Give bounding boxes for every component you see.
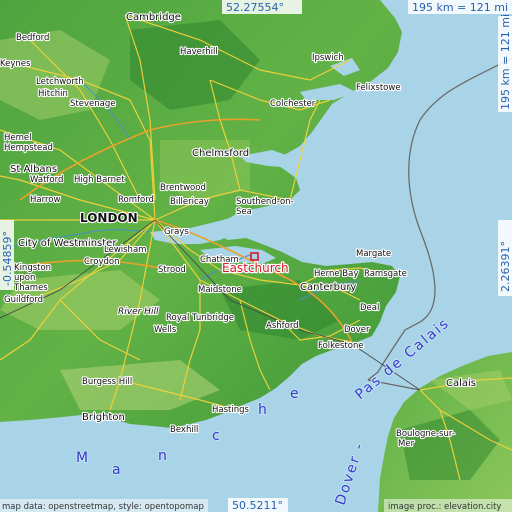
- place-hastings: Hastings: [212, 405, 250, 415]
- place-harrow: Harrow: [30, 195, 60, 205]
- place-deal: Deal: [360, 303, 379, 313]
- place-bexhill: Bexhill: [170, 425, 198, 435]
- place-calais: Calais: [446, 378, 476, 389]
- place-cambridge: Cambridge: [126, 12, 181, 23]
- place-margate: Margate: [356, 249, 391, 259]
- place-ipswich: Ipswich: [312, 53, 344, 63]
- place-wells: Wells: [154, 325, 177, 335]
- place-dover: Dover: [344, 325, 370, 335]
- place-maidstone: Maidstone: [198, 285, 242, 295]
- place-highbarnet: High Barnet: [74, 175, 125, 185]
- place-chelmsford: Chelmsford: [192, 148, 249, 159]
- place-croydon: Croydon: [84, 257, 119, 267]
- place-romford: Romford: [118, 195, 154, 205]
- place-letchworth: Letchworth: [36, 77, 84, 87]
- topographic-map[interactable]: 52.27554° 50.5211° -0.54859° 2.26391° 19…: [0, 0, 512, 512]
- place-royaltunbridge: Royal Tunbridge: [166, 313, 234, 323]
- sea-label-m: M: [76, 450, 90, 466]
- place-keynes: Keynes: [0, 59, 31, 69]
- scale-top-label: 195 km = 121 mi: [412, 1, 508, 14]
- place-ashford: Ashford: [266, 321, 299, 331]
- place-hempstead: Hempstead: [4, 143, 53, 153]
- place-sea: Sea: [236, 207, 252, 217]
- sea-label-h: h: [258, 402, 269, 418]
- scale-right-label: 195 km = 121 mi: [499, 14, 512, 110]
- place-hitchin: Hitchin: [38, 89, 68, 99]
- place-riverhill: River Hill: [118, 307, 159, 317]
- place-felixstowe: Felixstowe: [356, 83, 401, 93]
- place-burgesshill: Burgess Hill: [82, 377, 132, 387]
- sea-label-c: c: [212, 428, 222, 444]
- place-upon: upon: [14, 273, 35, 283]
- place-cityofwestminster: City of Westminster: [18, 238, 117, 249]
- place-london: LONDON: [80, 211, 138, 225]
- place-lewisham: Lewisham: [104, 245, 146, 255]
- place-boulogne2: Mer: [398, 439, 415, 449]
- coord-right-label: 2.26391°: [499, 241, 512, 292]
- place-brighton: Brighton: [82, 412, 125, 423]
- place-bedford: Bedford: [16, 33, 49, 43]
- place-ramsgate: Ramsgate: [364, 269, 407, 279]
- place-colchester: Colchester: [270, 99, 316, 109]
- sea-label-n: n: [158, 448, 169, 464]
- place-stalbans: St Albans: [10, 164, 57, 175]
- place-guildford: Guildford: [4, 295, 43, 305]
- place-billericay: Billericay: [170, 197, 209, 207]
- place-hernebay: Herne Bay: [314, 269, 358, 279]
- place-boulogne1: Boulogne-sur-: [396, 429, 455, 439]
- place-hemel: Hemel: [4, 133, 32, 143]
- coord-left-label: -0.54859°: [1, 231, 14, 286]
- place-thames: Thames: [13, 283, 48, 293]
- place-grays: Grays: [164, 227, 189, 237]
- place-southend: Southend-on-: [236, 197, 294, 207]
- place-haverhill: Haverhill: [180, 47, 218, 57]
- coord-bottom-label: 50.5211°: [232, 499, 283, 512]
- sea-label-a: a: [112, 462, 123, 478]
- highlight-eastchurch-label[interactable]: Eastchurch: [221, 260, 290, 277]
- place-canterbury: Canterbury: [300, 282, 356, 293]
- place-watford: Watford: [30, 175, 63, 185]
- credits-left: map data: openstreetmap, style: opentopo…: [2, 502, 204, 512]
- place-strood: Strood: [158, 265, 186, 275]
- place-folkestone: Folkestone: [318, 341, 364, 351]
- coord-top-label: 52.27554°: [226, 1, 284, 14]
- place-kingston: Kingston: [14, 263, 51, 273]
- place-brentwood: Brentwood: [160, 183, 206, 193]
- sea-label-e: e: [290, 386, 301, 402]
- credits-right: image proc.: elevation.city: [388, 502, 501, 512]
- place-stevenage: Stevenage: [70, 99, 115, 109]
